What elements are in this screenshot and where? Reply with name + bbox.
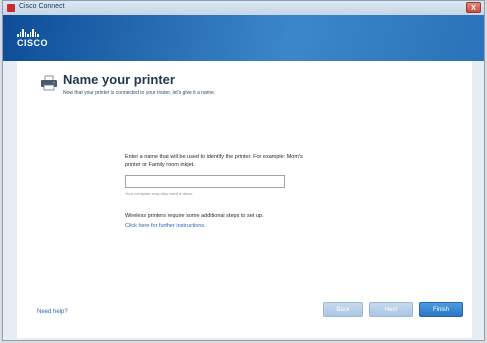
cisco-app-icon xyxy=(7,4,15,12)
printer-icon xyxy=(41,75,57,91)
title-bar: Cisco Connect X xyxy=(3,1,484,16)
finish-button[interactable]: Finish xyxy=(419,302,463,317)
cisco-logo: CISCO xyxy=(17,29,48,48)
header-banner: CISCO xyxy=(3,15,484,61)
wireless-note: Wireless printers require some additiona… xyxy=(125,213,264,219)
cisco-bridge-icon xyxy=(17,29,48,37)
next-button[interactable]: Next xyxy=(369,302,413,317)
window-title: Cisco Connect xyxy=(19,3,65,10)
close-button[interactable]: X xyxy=(466,2,481,13)
page-subtitle: Now that your printer is connected to yo… xyxy=(63,90,216,96)
back-button[interactable]: Back xyxy=(323,302,363,317)
further-instructions-link[interactable]: Click here for further instructions. xyxy=(125,223,206,229)
input-hint: Your computer may also need a driver. xyxy=(125,191,194,196)
printer-name-input[interactable] xyxy=(125,175,285,188)
content-panel: Name your printer Now that your printer … xyxy=(17,61,472,338)
page-title: Name your printer xyxy=(63,72,175,87)
need-help-link[interactable]: Need help? xyxy=(37,309,68,315)
cisco-wordmark: CISCO xyxy=(17,38,49,48)
printer-name-instructions: Enter a name that will be used to identi… xyxy=(125,154,303,168)
cisco-connect-window: Cisco Connect X CISCO Name your printer … xyxy=(2,0,485,341)
